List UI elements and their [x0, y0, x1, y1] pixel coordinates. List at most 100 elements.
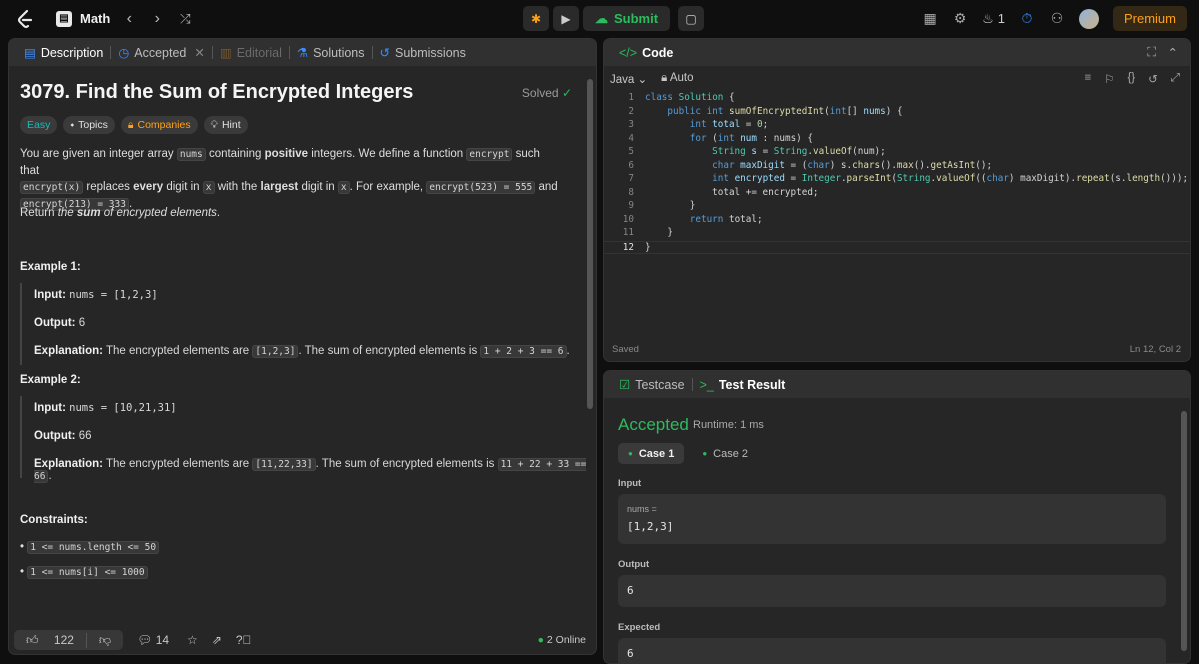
tab-editorial-label: Editorial: [236, 45, 282, 60]
tab-description[interactable]: ▤ Description: [17, 45, 110, 61]
tab-code[interactable]: </> Code: [612, 46, 680, 60]
text: and: [535, 181, 558, 193]
text: integers. We define a function: [308, 148, 467, 160]
dislike-button[interactable]: 👎︎: [85, 632, 123, 648]
description-footer: 👍︎ 122 👎︎ 💬︎ 14 ☆ ⇗ ?⃝ ● 2 Online: [9, 626, 596, 654]
constraints-title: Constraints:: [20, 514, 88, 526]
list-icon: ▤: [56, 10, 72, 27]
prev-problem-chevron-left-icon[interactable]: ‹: [120, 10, 138, 28]
input-var-name: nums =: [627, 504, 657, 514]
notes-button[interactable]: ▢: [678, 6, 705, 31]
example1-border: [20, 283, 22, 365]
avatar[interactable]: [1078, 8, 1099, 29]
premium-button[interactable]: Premium: [1112, 6, 1187, 31]
inline-code: 1 <= nums.length <= 50: [27, 541, 160, 554]
layout-grid-icon[interactable]: ▦: [922, 10, 938, 27]
input-value: nums = [10,21,31]: [69, 402, 177, 414]
inline-code: x: [202, 181, 215, 194]
companies-tag[interactable]: 🔒︎ Companies: [120, 116, 198, 134]
code-line: 4 for (int num : nums) {: [628, 132, 813, 144]
comments-button[interactable]: 💬︎ 14: [137, 633, 169, 647]
star-icon[interactable]: ☆: [187, 633, 198, 647]
comment-count: 14: [155, 633, 170, 647]
timer-icon[interactable]: ⏱: [1019, 10, 1035, 27]
share-icon[interactable]: ⇗: [212, 633, 222, 647]
tab-test-result[interactable]: >_ Test Result: [693, 378, 793, 392]
problem-list-button[interactable]: ▤ Math: [56, 10, 110, 27]
leetcode-logo-icon[interactable]: [14, 8, 36, 30]
document-icon: ▤: [24, 46, 36, 60]
result-scrollbar[interactable]: [1181, 411, 1187, 651]
help-icon[interactable]: ?⃝: [236, 633, 252, 647]
tab-testcase-label: Testcase: [635, 377, 685, 392]
text: replaces: [83, 181, 134, 193]
constraint-item: • 1 <= nums.length <= 50: [20, 541, 160, 554]
reset-icon[interactable]: ↺: [1148, 72, 1158, 86]
problem-statement: You are given an integer array nums cont…: [20, 146, 560, 213]
run-button[interactable]: ▶: [553, 6, 579, 31]
inline-code: 1 + 2 + 3 == 6: [480, 345, 567, 358]
output-value: 6: [78, 317, 86, 329]
runtime: Runtime: 1 ms: [693, 419, 764, 431]
text: with the: [214, 181, 261, 193]
expand-icon[interactable]: ⤢: [1171, 72, 1180, 86]
bold-text: positive: [264, 148, 309, 160]
chevron-up-icon[interactable]: ⌃: [1168, 45, 1178, 60]
history-icon: ↺: [379, 46, 390, 60]
online-count: ● 2 Online: [538, 634, 586, 646]
add-user-icon[interactable]: ⚇: [1049, 10, 1065, 27]
description-scrollbar[interactable]: [587, 79, 593, 409]
text: You are given an integer array: [20, 148, 177, 160]
bug-icon: ✱: [530, 11, 542, 26]
text: .: [216, 207, 221, 219]
input-label: Input:: [34, 402, 66, 414]
case-2-tab[interactable]: ● Case 2: [692, 443, 758, 464]
gear-icon[interactable]: ⚙: [952, 10, 968, 27]
text: digit in: [163, 181, 203, 193]
braces-icon[interactable]: {}: [1127, 72, 1135, 86]
lock-icon: 🔒︎: [127, 118, 134, 131]
case-1-tab[interactable]: ● Case 1: [618, 443, 685, 464]
debug-button[interactable]: ✱: [523, 6, 549, 31]
next-problem-chevron-right-icon[interactable]: ›: [148, 10, 166, 28]
text: The encrypted elements are: [106, 458, 253, 470]
lightbulb-icon: 💡︎: [210, 118, 218, 131]
inline-code: encrypt: [466, 148, 513, 161]
tab-description-label: Description: [40, 45, 104, 60]
code-line: 6 char maxDigit = (char) s.chars().max()…: [628, 159, 993, 171]
code-line: 8 total += encrypted;: [628, 186, 819, 198]
terminal-icon: >_: [699, 377, 714, 392]
pass-dot-icon: ●: [702, 449, 708, 458]
streak-counter[interactable]: ♨ 1: [982, 11, 1005, 27]
bookmark-icon[interactable]: ⚐: [1104, 72, 1114, 86]
format-icon[interactable]: ≡: [1084, 72, 1091, 86]
constraint-item: • 1 <= nums[i] <= 1000: [20, 566, 148, 579]
shuffle-icon[interactable]: ⤮: [176, 11, 194, 27]
online-label: 2 Online: [546, 634, 586, 646]
code-editor[interactable]: 1 class Solution { 2 public int sumOfEncr…: [604, 92, 1190, 322]
like-button[interactable]: 👍︎ 122: [14, 633, 86, 648]
tab-testcase[interactable]: ☑ Testcase: [612, 377, 692, 393]
italic-text: the: [57, 207, 77, 219]
tab-solutions[interactable]: ⚗ Solutions: [290, 45, 372, 61]
tab-editorial[interactable]: ▥ Editorial: [213, 45, 289, 61]
close-icon[interactable]: ✕: [194, 45, 204, 60]
text: containing: [205, 148, 265, 160]
tab-accepted[interactable]: ◷ Accepted ✕: [111, 45, 212, 61]
hint-tag[interactable]: 💡︎ Hint: [203, 116, 248, 134]
code-line: 3 int total = 0;: [628, 119, 769, 130]
text: .: [566, 345, 570, 357]
example2-input: Input: nums = [10,21,31]: [34, 402, 177, 414]
maximize-icon[interactable]: ⛶: [1147, 45, 1156, 60]
tab-submissions[interactable]: ↺ Submissions: [373, 45, 473, 61]
auto-mode-toggle[interactable]: 🔒︎ Auto: [661, 72, 693, 85]
problem-tags: Easy ⬩ Topics 🔒︎ Companies 💡︎ Hint: [20, 116, 248, 134]
topics-label: Topics: [78, 119, 108, 131]
problem-title[interactable]: 3079. Find the Sum of Encrypted Integers: [20, 81, 413, 104]
expected-box: 6: [618, 638, 1166, 663]
submit-button[interactable]: ☁ Submit: [583, 6, 671, 31]
language-select[interactable]: Java ⌄: [610, 72, 647, 86]
inline-code: nums: [176, 148, 206, 161]
topics-tag[interactable]: ⬩ Topics: [63, 116, 115, 134]
example1-input: Input: nums = [1,2,3]: [34, 289, 158, 301]
